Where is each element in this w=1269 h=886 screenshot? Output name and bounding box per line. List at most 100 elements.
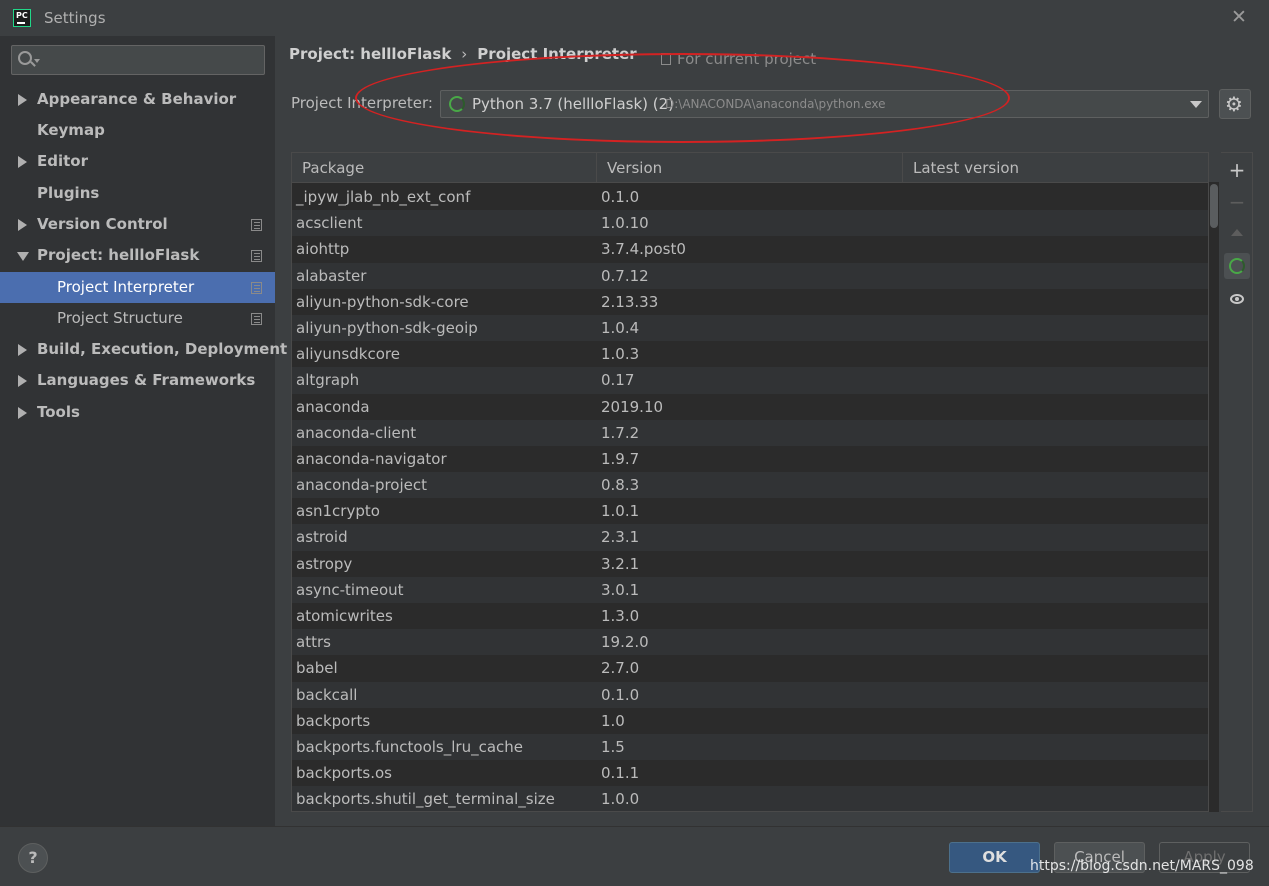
version-cell: 2.7.0	[601, 659, 640, 678]
package-name-cell: anaconda-navigator	[296, 449, 447, 468]
table-row[interactable]: async-timeout 3.0.1	[292, 576, 1208, 603]
version-cell: 2.3.1	[601, 528, 640, 547]
version-cell: 0.7.12	[601, 266, 649, 285]
gear-icon: ⚙	[1225, 92, 1243, 116]
table-row[interactable]: aliyun-python-sdk-geoip 1.0.4	[292, 314, 1208, 342]
sidebar-item-label: Version Control	[37, 215, 168, 233]
table-row[interactable]: astropy 3.2.1	[292, 551, 1208, 577]
project-scope-icon	[251, 250, 262, 262]
table-row[interactable]: astroid 2.3.1	[292, 524, 1208, 551]
close-icon[interactable]: ✕	[1228, 6, 1250, 28]
table-row[interactable]: _ipyw_jlab_nb_ext_conf 0.1.0	[292, 184, 1208, 210]
expand-arrow-icon[interactable]	[18, 156, 27, 168]
version-cell: 0.17	[601, 371, 635, 390]
sidebar-item-label: Languages & Frameworks	[37, 371, 256, 389]
interpreter-name: Python 3.7 (hellloFlask) (2)	[472, 95, 675, 113]
sidebar-item-tools[interactable]: Tools	[0, 397, 275, 428]
package-name-cell: altgraph	[296, 371, 360, 390]
sidebar-item-project[interactable]: Project: hellloFlask	[0, 240, 275, 271]
version-cell: 1.0.4	[601, 318, 640, 337]
table-row[interactable]: alabaster 0.7.12	[292, 262, 1208, 289]
table-row[interactable]: aliyunsdkcore 1.0.3	[292, 341, 1208, 367]
settings-search[interactable]	[11, 45, 265, 75]
table-row[interactable]: asn1crypto 1.0.1	[292, 498, 1208, 524]
expand-arrow-icon[interactable]	[18, 94, 27, 106]
table-row[interactable]: altgraph 0.17	[292, 367, 1208, 394]
ok-button[interactable]: OK	[949, 842, 1040, 873]
package-toolbar: + −	[1221, 152, 1253, 812]
sidebar-item-appearance[interactable]: Appearance & Behavior	[0, 84, 275, 115]
version-cell: 1.0.10	[601, 214, 649, 233]
scrollbar-thumb[interactable]	[1210, 184, 1218, 228]
table-row[interactable]: attrs 19.2.0	[292, 629, 1208, 656]
sidebar-item-keymap[interactable]: Keymap	[0, 115, 275, 146]
table-row[interactable]: aliyun-python-sdk-core 2.13.33	[292, 289, 1208, 315]
table-row[interactable]: acsclient 1.0.10	[292, 210, 1208, 237]
expand-arrow-icon[interactable]	[18, 219, 27, 231]
package-name-cell: aliyun-python-sdk-core	[296, 292, 469, 311]
table-row[interactable]: babel 2.7.0	[292, 655, 1208, 681]
collapse-arrow-icon[interactable]	[17, 252, 29, 261]
sidebar-item-languages[interactable]: Languages & Frameworks	[0, 365, 275, 396]
table-row[interactable]: backports 1.0	[292, 708, 1208, 734]
help-button[interactable]: ?	[18, 843, 48, 873]
package-name-cell: atomicwrites	[296, 607, 393, 625]
sidebar-item-label: Project Structure	[57, 309, 183, 327]
package-name-cell: async-timeout	[296, 580, 404, 599]
package-name-cell: anaconda-project	[296, 476, 428, 495]
version-cell: 1.9.7	[601, 449, 640, 468]
package-name-cell: backports.os	[296, 764, 392, 783]
interpreter-settings-button[interactable]: ⚙	[1219, 89, 1251, 119]
package-name-cell: alabaster	[296, 266, 367, 285]
watermark: https://blog.csdn.net/MARS_098	[1030, 858, 1254, 874]
table-scrollbar[interactable]	[1209, 182, 1219, 812]
expand-arrow-icon[interactable]	[18, 407, 27, 419]
show-early-releases-button[interactable]	[1224, 286, 1250, 312]
table-row[interactable]: aiohttp 3.7.4.post0	[292, 236, 1208, 262]
table-row[interactable]: anaconda-client 1.7.2	[292, 419, 1208, 446]
table-row[interactable]: backports.shutil_get_terminal_size 1.0.0	[292, 786, 1208, 811]
expand-arrow-icon[interactable]	[18, 344, 27, 356]
package-name-cell: backports.functools_lru_cache	[296, 737, 523, 756]
sidebar-item-project-interpreter[interactable]: Project Interpreter	[0, 272, 275, 303]
loading-spinner-icon	[449, 96, 465, 112]
version-cell: 0.8.3	[601, 476, 640, 495]
search-input[interactable]	[42, 49, 262, 71]
sidebar-item-build[interactable]: Build, Execution, Deployment	[0, 334, 287, 365]
refresh-button[interactable]	[1224, 253, 1250, 279]
project-scope-icon	[251, 313, 262, 325]
table-body: _ipyw_jlab_nb_ext_conf 0.1.0 acsclient 1.0.…	[292, 184, 1208, 811]
table-row[interactable]: backports.os 0.1.1	[292, 760, 1208, 786]
sidebar-item-editor[interactable]: Editor	[0, 146, 275, 177]
column-header-version[interactable]: Version	[597, 153, 903, 183]
package-name-cell: babel	[296, 659, 338, 678]
interpreter-dropdown[interactable]: Python 3.7 (hellloFlask) (2) D:\ANACONDA…	[440, 90, 1209, 118]
column-header-package[interactable]: Package	[292, 153, 597, 183]
column-header-latest-version[interactable]: Latest version	[903, 153, 1208, 183]
table-row[interactable]: anaconda-project 0.8.3	[292, 472, 1208, 499]
version-cell: 1.0.3	[601, 345, 640, 364]
chevron-down-icon[interactable]	[34, 59, 40, 63]
remove-package-button[interactable]: −	[1224, 189, 1250, 215]
eye-icon	[1230, 294, 1244, 304]
upgrade-icon	[1231, 229, 1243, 236]
table-row[interactable]: anaconda 2019.10	[292, 394, 1208, 420]
table-row[interactable]: backcall 0.1.0	[292, 681, 1208, 708]
table-row[interactable]: atomicwrites 1.3.0	[292, 603, 1208, 629]
packages-table[interactable]: Package Version Latest version _ipyw_jla…	[291, 152, 1209, 812]
sidebar-item-plugins[interactable]: Plugins	[0, 178, 275, 209]
expand-arrow-icon[interactable]	[18, 375, 27, 387]
upgrade-package-button[interactable]	[1224, 221, 1250, 247]
chevron-down-icon[interactable]	[1190, 101, 1202, 108]
sidebar-item-project-structure[interactable]: Project Structure	[0, 303, 275, 334]
sidebar-item-label: Keymap	[37, 121, 105, 139]
package-name-cell: astropy	[296, 554, 353, 573]
version-cell: 1.5	[601, 737, 625, 756]
table-row[interactable]: backports.functools_lru_cache 1.5	[292, 733, 1208, 761]
table-row[interactable]: anaconda-navigator 1.9.7	[292, 446, 1208, 472]
package-name-cell: _ipyw_jlab_nb_ext_conf	[296, 188, 471, 206]
add-package-button[interactable]: +	[1224, 157, 1250, 183]
package-name-cell: backcall	[296, 685, 358, 704]
sidebar-item-label: Build, Execution, Deployment	[37, 340, 288, 358]
sidebar-item-version-control[interactable]: Version Control	[0, 209, 275, 240]
